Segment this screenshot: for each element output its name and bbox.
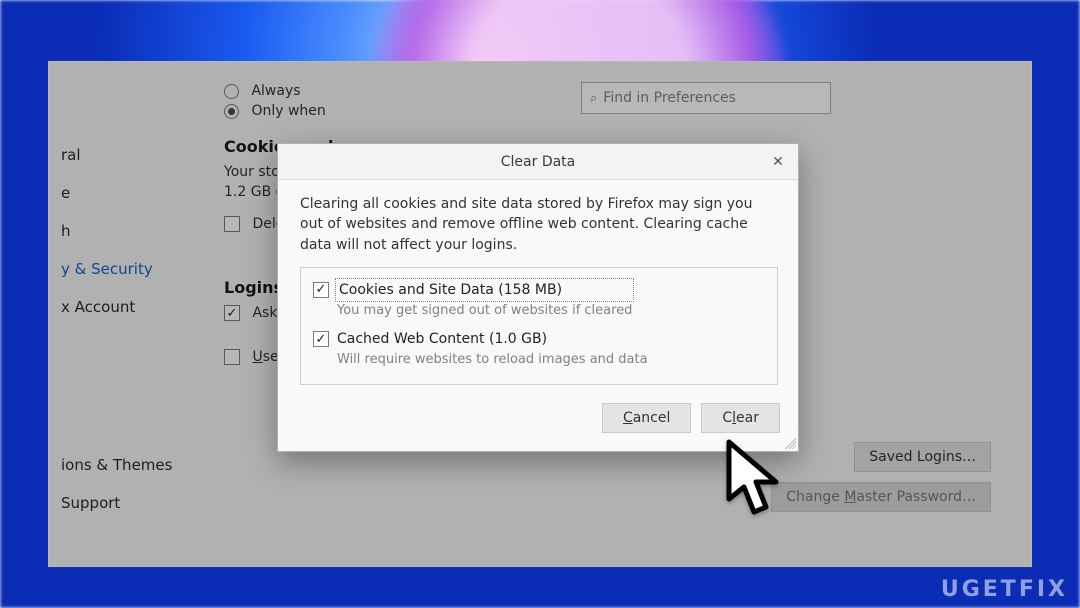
clear-button[interactable]: Clear: [701, 403, 780, 433]
watermark: UGETFIX: [941, 577, 1068, 602]
checkbox-icon: [313, 331, 329, 347]
dialog-description: Clearing all cookies and site data store…: [300, 194, 778, 255]
option-title: Cached Web Content (1.0 GB): [337, 329, 648, 349]
cancel-button[interactable]: Cancel: [602, 403, 691, 433]
close-icon[interactable]: ✕: [768, 152, 788, 172]
checkbox-icon: [313, 282, 329, 298]
dialog-titlebar: Clear Data ✕: [278, 144, 798, 180]
option-cookies-site-data[interactable]: Cookies and Site Data (158 MB) You may g…: [311, 276, 767, 325]
cursor-arrow-icon: [724, 437, 794, 531]
dialog-options-group: Cookies and Site Data (158 MB) You may g…: [300, 267, 778, 385]
option-subtitle: You may get signed out of websites if cl…: [337, 302, 632, 321]
clear-data-dialog: Clear Data ✕ Clearing all cookies and si…: [277, 143, 799, 452]
option-subtitle: Will require websites to reload images a…: [337, 351, 648, 370]
option-cached-web-content[interactable]: Cached Web Content (1.0 GB) Will require…: [311, 325, 767, 374]
dialog-footer: Cancel Clear: [278, 389, 798, 451]
dialog-title: Clear Data: [501, 154, 576, 170]
option-title: Cookies and Site Data (158 MB): [337, 280, 632, 300]
